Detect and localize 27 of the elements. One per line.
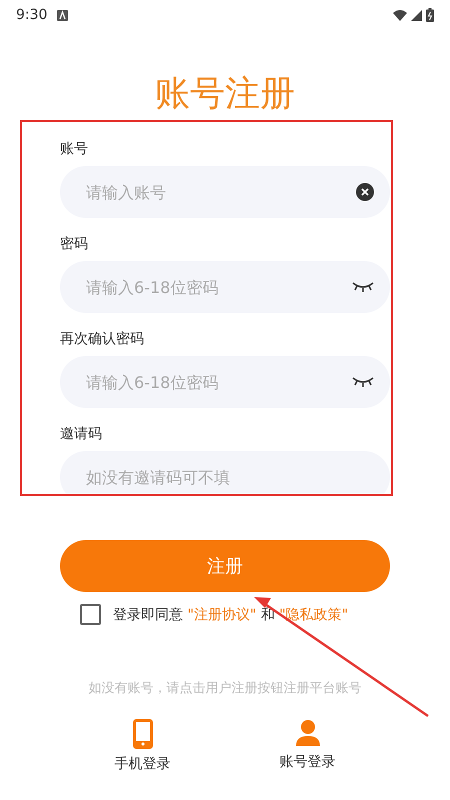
wifi-icon xyxy=(393,10,407,20)
person-icon xyxy=(294,719,320,747)
login-option[interactable]: 手机登录 xyxy=(114,719,170,773)
battery-icon xyxy=(426,8,434,22)
agreement-checkbox[interactable] xyxy=(80,604,101,625)
status-time: 9:30 xyxy=(16,7,48,23)
input-field[interactable]: 请输入6-18位密码 xyxy=(60,356,390,408)
agreement-link[interactable]: "注册协议" xyxy=(187,606,256,622)
login-option[interactable]: 账号登录 xyxy=(280,719,336,773)
agreement-text: 登录即同意 "注册协议" 和 "隐私政策" xyxy=(113,606,348,624)
phone-icon xyxy=(132,719,152,749)
signal-icon xyxy=(411,10,422,20)
field-label: 密码 xyxy=(60,235,88,253)
input-field[interactable]: 如没有邀请码可不填 xyxy=(60,451,390,494)
hint-text: 如没有账号，请点击用户注册按钮注册平台账号 xyxy=(88,680,362,697)
closed-eye-icon[interactable] xyxy=(352,376,374,388)
input-field[interactable]: 请输入账号 xyxy=(60,166,390,218)
field-label: 再次确认密码 xyxy=(60,330,144,348)
closed-eye-icon[interactable] xyxy=(352,281,374,293)
field-label: 邀请码 xyxy=(60,425,102,443)
input-field[interactable]: 请输入6-18位密码 xyxy=(60,261,390,313)
page-title: 账号注册 xyxy=(155,73,295,116)
agreement-link[interactable]: "隐私政策" xyxy=(279,606,348,622)
register-button[interactable]: 注册 xyxy=(60,540,390,592)
notification-icon xyxy=(57,10,68,20)
clear-icon[interactable] xyxy=(356,183,374,201)
field-label: 账号 xyxy=(60,140,88,158)
